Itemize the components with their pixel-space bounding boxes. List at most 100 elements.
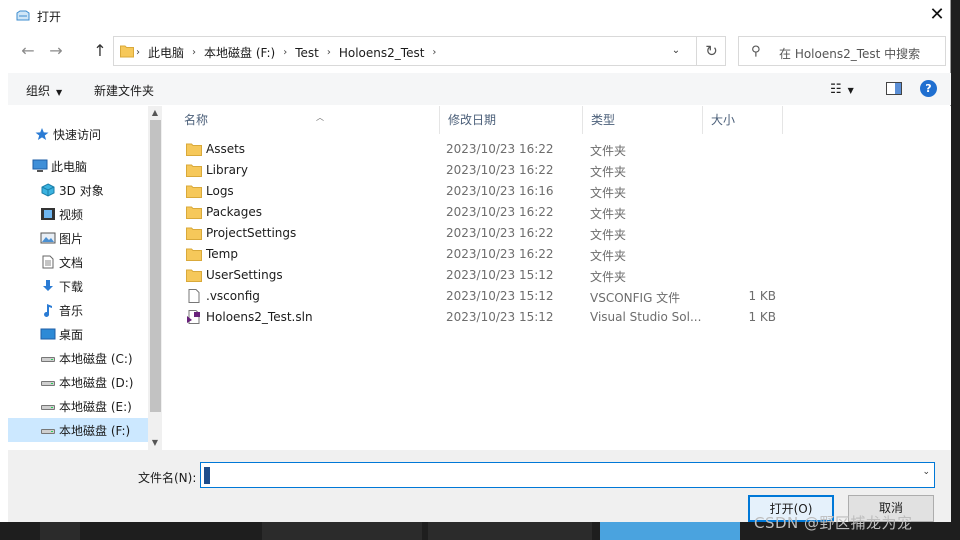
file-modified: 2023/10/23 15:12 bbox=[446, 289, 554, 303]
file-row[interactable]: Temp 2023/10/23 16:22 文件夹 bbox=[164, 244, 951, 265]
file-modified: 2023/10/23 16:22 bbox=[446, 163, 554, 177]
file-size: 1 KB bbox=[748, 310, 776, 324]
sidebar-item[interactable]: 本地磁盘 (D:) bbox=[8, 370, 148, 394]
organize-label: 组织 bbox=[26, 84, 51, 98]
sidebar-item[interactable]: 本地磁盘 (F:) bbox=[8, 418, 148, 442]
file-name: Logs bbox=[206, 184, 234, 198]
search-input[interactable]: ⚲ 在 Holoens2_Test 中搜索 bbox=[738, 36, 946, 66]
cube-icon bbox=[40, 183, 56, 197]
sidebar-item-label: 3D 对象 bbox=[59, 184, 104, 198]
file-size: 1 KB bbox=[748, 289, 776, 303]
column-header-modified[interactable]: 修改日期 bbox=[440, 106, 583, 134]
column-header-size[interactable]: 大小 bbox=[703, 106, 783, 134]
file-type: 文件夹 bbox=[590, 165, 627, 179]
video-icon bbox=[40, 207, 56, 221]
file-row[interactable]: ProjectSettings 2023/10/23 16:22 文件夹 bbox=[164, 223, 951, 244]
text-cursor bbox=[204, 467, 210, 484]
sidebar-item-label: 文档 bbox=[59, 256, 84, 270]
breadcrumb-item[interactable]: 此电脑 bbox=[148, 44, 184, 61]
file-type: 文件夹 bbox=[590, 228, 627, 242]
file-modified: 2023/10/23 16:22 bbox=[446, 247, 554, 261]
folder-icon bbox=[186, 247, 202, 262]
file-name: ProjectSettings bbox=[206, 226, 297, 240]
file-row[interactable]: Holoens2_Test.sln 2023/10/23 15:12 Visual … bbox=[164, 307, 951, 328]
file-name: Holoens2_Test.sln bbox=[206, 310, 313, 324]
file-type: 文件夹 bbox=[590, 207, 627, 221]
file-name: Packages bbox=[206, 205, 262, 219]
sidebar-item[interactable]: 此电脑 bbox=[8, 154, 148, 178]
file-name: Temp bbox=[206, 247, 238, 261]
drive-icon bbox=[40, 423, 56, 437]
file-list: 名称 ︿ 修改日期 类型 大小 Assets 2023/10/23 16:22 文件… bbox=[164, 106, 951, 450]
chevron-down-icon[interactable]: ⌄ bbox=[666, 41, 686, 61]
sidebar-item[interactable]: 快速访问 bbox=[8, 122, 148, 146]
address-bar[interactable]: › 此电脑 › 本地磁盘 (F:) › Test › Holoens2_Test… bbox=[113, 36, 726, 66]
taskbar-fragment bbox=[262, 522, 422, 540]
sidebar-item[interactable]: 3D 对象 bbox=[8, 178, 148, 202]
refresh-icon[interactable]: ↻ bbox=[696, 37, 726, 65]
new-folder-button[interactable]: 新建文件夹 bbox=[94, 82, 154, 99]
file-icon bbox=[186, 289, 202, 304]
breadcrumb-item[interactable]: Test bbox=[295, 46, 319, 60]
sidebar-item-label: 本地磁盘 (E:) bbox=[59, 400, 132, 414]
file-row[interactable]: Packages 2023/10/23 16:22 文件夹 bbox=[164, 202, 951, 223]
file-row[interactable]: .vsconfig 2023/10/23 15:12 VSCONFIG 文件 1 KB bbox=[164, 286, 951, 307]
scroll-up-icon[interactable]: ▲ bbox=[148, 106, 162, 120]
column-header-name[interactable]: 名称 ︿ bbox=[176, 106, 440, 134]
breadcrumb-item[interactable]: Holoens2_Test bbox=[339, 46, 425, 60]
scrollbar-thumb[interactable] bbox=[150, 120, 161, 412]
back-button[interactable]: ← bbox=[18, 40, 38, 62]
help-icon[interactable]: ? bbox=[920, 80, 937, 97]
breadcrumb-separator[interactable]: › bbox=[432, 47, 436, 58]
sidebar-item-label: 本地磁盘 (C:) bbox=[59, 352, 133, 366]
command-toolbar: 组织 ▼ 新建文件夹 ☷ ▼ ? bbox=[8, 73, 951, 105]
sidebar-item[interactable]: 文档 bbox=[8, 250, 148, 274]
file-name: Library bbox=[206, 163, 248, 177]
file-modified: 2023/10/23 15:12 bbox=[446, 268, 554, 282]
file-name: Assets bbox=[206, 142, 246, 156]
navigation-pane: 快速访问此电脑 3D 对象视频 图片文档下载 音乐 桌面本地磁盘 (C:) 本地磁盘 (D… bbox=[8, 106, 148, 450]
sidebar-item[interactable]: 视频 bbox=[8, 202, 148, 226]
chevron-down-icon[interactable]: ⌄ bbox=[922, 467, 930, 477]
file-modified: 2023/10/23 16:22 bbox=[446, 205, 554, 219]
title-bar: 打开 ✕ bbox=[0, 0, 951, 32]
sidebar-item[interactable]: 图片 bbox=[8, 226, 148, 250]
breadcrumb-separator[interactable]: › bbox=[327, 47, 331, 58]
sidebar-item[interactable]: 桌面 bbox=[8, 322, 148, 346]
file-row[interactable]: Library 2023/10/23 16:22 文件夹 bbox=[164, 160, 951, 181]
preview-pane-icon[interactable] bbox=[886, 82, 902, 95]
breadcrumb-separator[interactable]: › bbox=[192, 47, 196, 58]
file-row[interactable]: Assets 2023/10/23 16:22 文件夹 bbox=[164, 139, 951, 160]
file-type: 文件夹 bbox=[590, 144, 627, 158]
breadcrumb-item[interactable]: 本地磁盘 (F:) bbox=[204, 44, 275, 61]
folder-icon bbox=[186, 163, 202, 178]
drive-icon bbox=[40, 399, 56, 413]
sidebar-item[interactable]: 本地磁盘 (E:) bbox=[8, 394, 148, 418]
column-header-type[interactable]: 类型 bbox=[583, 106, 703, 134]
close-icon[interactable]: ✕ bbox=[926, 4, 948, 26]
file-row[interactable]: Logs 2023/10/23 16:16 文件夹 bbox=[164, 181, 951, 202]
filename-input[interactable]: ⌄ bbox=[200, 462, 935, 488]
sidebar-item[interactable]: 音乐 bbox=[8, 298, 148, 322]
desktop-icon bbox=[40, 327, 56, 341]
view-options-button[interactable]: ☷ ▼ bbox=[830, 82, 854, 97]
sort-ascending-icon: ︿ bbox=[316, 113, 324, 122]
folder-icon bbox=[186, 268, 202, 283]
sidebar-item[interactable]: 本地磁盘 (C:) bbox=[8, 346, 148, 370]
file-modified: 2023/10/23 16:22 bbox=[446, 142, 554, 156]
scroll-down-icon[interactable]: ▼ bbox=[148, 436, 162, 450]
organize-menu-button[interactable]: 组织 ▼ bbox=[26, 82, 62, 99]
dialog-app-icon bbox=[16, 10, 30, 21]
file-row[interactable]: UserSettings 2023/10/23 15:12 文件夹 bbox=[164, 265, 951, 286]
forward-button[interactable]: → bbox=[46, 40, 66, 62]
computer-icon bbox=[32, 159, 48, 173]
breadcrumb-separator[interactable]: › bbox=[283, 47, 287, 58]
view-icon: ☷ bbox=[830, 82, 842, 97]
up-button[interactable]: ↑ bbox=[90, 40, 110, 62]
sidebar-item[interactable]: 下载 bbox=[8, 274, 148, 298]
picture-icon bbox=[40, 231, 56, 245]
file-type: 文件夹 bbox=[590, 249, 627, 263]
file-modified: 2023/10/23 16:22 bbox=[446, 226, 554, 240]
folder-icon bbox=[186, 205, 202, 220]
nav-scrollbar[interactable]: ▲ ▼ bbox=[148, 106, 162, 450]
